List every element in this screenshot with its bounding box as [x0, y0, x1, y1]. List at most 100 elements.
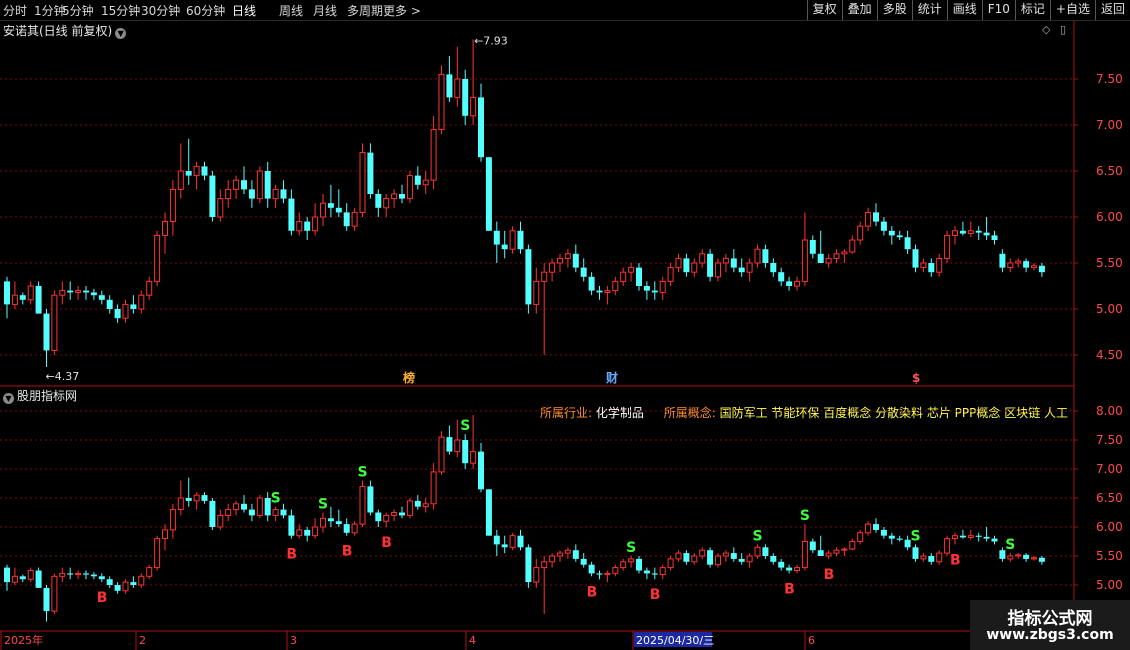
indicator-candle	[1023, 554, 1030, 559]
indicator-candle	[462, 440, 469, 464]
price-candle	[746, 262, 753, 273]
toolbar-button-6[interactable]: 标记	[1014, 0, 1050, 20]
price-candle	[75, 290, 82, 293]
indicator-candle	[335, 521, 342, 525]
indicator-candle	[217, 514, 224, 528]
indicator-candle	[604, 572, 611, 576]
price-candle	[422, 179, 429, 186]
buy-signal: B	[587, 584, 598, 600]
period-tab-0[interactable]: 分时	[3, 2, 27, 19]
watermark-url: www.zbgs3.com	[986, 627, 1114, 643]
period-tab-7[interactable]: 周线	[279, 2, 303, 19]
price-candle	[643, 286, 650, 291]
price-candle	[959, 230, 966, 234]
indicator-candle	[391, 512, 398, 516]
price-candle	[90, 292, 97, 296]
price-candle	[335, 207, 342, 213]
price-candle	[43, 313, 50, 351]
period-tab-8[interactable]: 月线	[313, 2, 337, 19]
toolbar-button-5[interactable]: F10	[981, 0, 1015, 20]
indicator-candle	[501, 544, 508, 548]
price-candle	[327, 203, 334, 208]
period-tab-3[interactable]: 15分钟	[101, 2, 140, 19]
period-tab-10[interactable]: 更多 >	[383, 2, 421, 19]
indicator-candle	[35, 570, 42, 588]
indicator-candle	[422, 503, 429, 508]
toolbar-button-2[interactable]: 多股	[876, 0, 912, 20]
indicator-candle	[312, 526, 319, 537]
price-candle	[612, 280, 619, 292]
indicator-candle	[11, 575, 18, 583]
price-candle	[35, 286, 42, 314]
buy-signal: B	[97, 590, 108, 606]
price-candle	[1038, 265, 1045, 273]
price-candle	[722, 257, 729, 264]
indicator-candle	[730, 553, 737, 559]
indicator-candle	[683, 553, 690, 562]
price-candle	[343, 212, 350, 227]
indicator-candle	[809, 541, 816, 551]
price-candle	[786, 281, 793, 286]
price-candle	[809, 240, 816, 254]
period-toolbar: 分时 1分钟 5分钟 15分钟 30分钟 60分钟 日线 周线 月线 多周期 更多 > 复权 叠加 多股…	[0, 0, 1130, 21]
price-candle	[375, 194, 382, 208]
period-tab-1[interactable]: 1分钟	[34, 2, 66, 19]
indicator-candle	[762, 547, 769, 556]
indicator-candle	[406, 500, 413, 516]
price-candle	[738, 267, 745, 273]
price-candle	[296, 221, 303, 232]
price-candle	[248, 189, 255, 199]
time-tick-label: 2	[139, 634, 146, 647]
indicator-tick-label: 7.50	[1096, 433, 1123, 447]
price-candle	[1031, 265, 1037, 269]
indicator-candle	[248, 509, 255, 516]
indicator-tick-label: 6.50	[1096, 491, 1123, 505]
indicator-candle	[383, 514, 390, 522]
indicator-candle	[817, 550, 824, 556]
price-candle	[936, 257, 943, 273]
price-candle	[841, 251, 848, 255]
period-tab-2[interactable]: 5分钟	[62, 2, 94, 19]
indicator-tick-label: 8.00	[1096, 404, 1123, 418]
indicator-candle	[912, 547, 919, 559]
price-candle	[817, 253, 824, 263]
indicator-candle	[849, 541, 856, 550]
price-candle	[272, 188, 279, 200]
toolbar-button-1[interactable]: 叠加	[841, 0, 877, 20]
toolbar-button-3[interactable]: 统计	[911, 0, 947, 20]
toolbar-button-7[interactable]: +自选	[1049, 0, 1095, 20]
price-candle	[888, 230, 895, 236]
price-candle	[896, 235, 903, 238]
price-candle	[146, 280, 153, 296]
price-candle	[873, 212, 879, 222]
price-candle	[169, 188, 176, 223]
toolbar-button-4[interactable]: 画线	[946, 0, 982, 20]
toolbar-button-0[interactable]: 复权	[806, 0, 842, 20]
indicator-candle	[320, 517, 326, 528]
price-candle	[438, 73, 445, 131]
price-candle	[651, 290, 658, 293]
period-tab-5[interactable]: 60分钟	[186, 2, 225, 19]
indicator-candle	[509, 535, 516, 548]
time-tick-label: 6	[808, 634, 815, 647]
event-marker: $	[912, 371, 920, 385]
kline-chart[interactable]: 4.50 5.00 5.50 6.00 6.50 7.00 7.50 5.00 5.50 6.00…	[0, 21, 1130, 650]
price-candle	[944, 234, 951, 259]
period-tab-6[interactable]: 日线	[232, 2, 256, 19]
indicator-candle	[754, 546, 761, 557]
price-candle	[193, 165, 200, 177]
period-tab-9[interactable]: 多周期	[347, 2, 383, 19]
price-tick-label: 4.50	[1096, 348, 1123, 362]
toolbar-button-8[interactable]: 返回	[1094, 0, 1130, 20]
price-candle	[154, 234, 161, 282]
price-candle	[462, 79, 469, 116]
indicator-candle	[667, 558, 674, 569]
price-candle	[857, 225, 864, 241]
price-candle	[304, 221, 311, 231]
price-candle	[264, 171, 271, 199]
indicator-candle	[430, 471, 437, 505]
period-tab-4[interactable]: 30分钟	[141, 2, 180, 19]
indicator-candle	[549, 555, 556, 563]
indicator-candle	[967, 535, 974, 538]
indicator-candle	[454, 439, 461, 453]
